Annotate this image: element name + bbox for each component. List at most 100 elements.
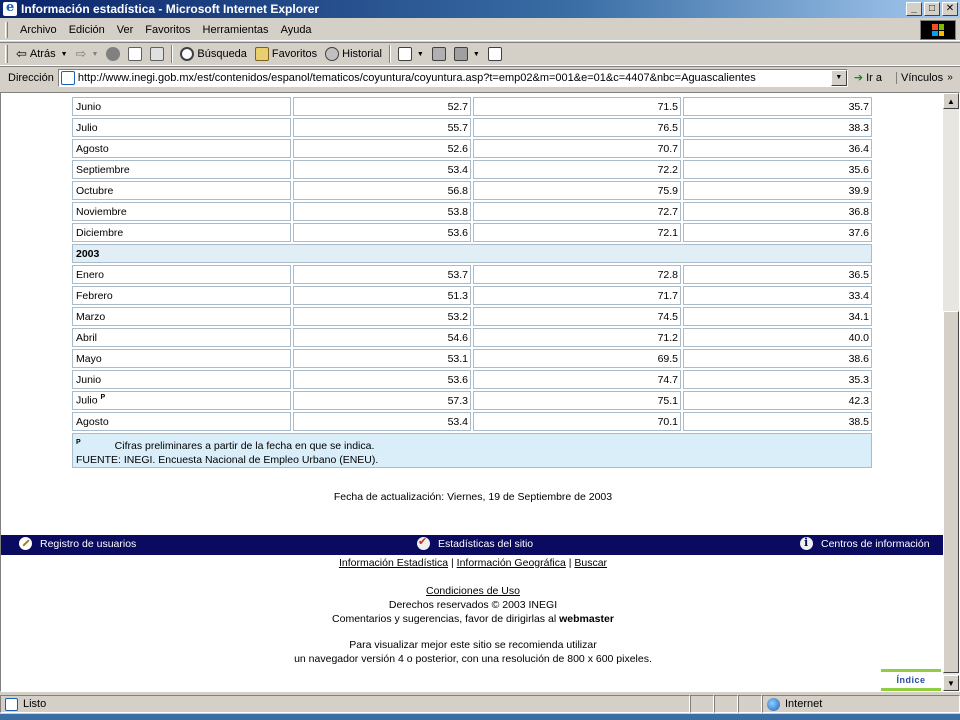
history-button[interactable]: Historial: [321, 44, 386, 64]
month-label: Junio: [76, 373, 102, 386]
value-cell: 76.5: [473, 118, 681, 137]
footer-conditions: Condiciones de Uso: [1, 585, 945, 597]
links-more-icon[interactable]: »: [947, 72, 953, 83]
value-cell: 71.5: [473, 97, 681, 116]
value-cell: 36.5: [683, 265, 872, 284]
edit-dropdown-icon[interactable]: ▼: [473, 51, 480, 58]
footer-nav-band: Registro de usuarios Estadísticas del si…: [1, 535, 945, 555]
maximize-button[interactable]: □: [924, 2, 940, 16]
history-icon: [325, 47, 340, 61]
comments-text: Comentarios y sugerencias, favor de diri…: [332, 613, 557, 625]
menu-herramientas[interactable]: Herramientas: [197, 24, 275, 36]
refresh-icon: [128, 47, 143, 61]
month-label: Abril: [76, 331, 98, 344]
favorites-button[interactable]: Favoritos: [251, 44, 321, 64]
nav-centros[interactable]: Centros de información: [800, 536, 930, 550]
month-cell: Marzo: [72, 307, 291, 326]
menu-archivo[interactable]: Archivo: [14, 24, 63, 36]
address-dropdown-icon[interactable]: ▼: [830, 69, 847, 86]
address-field[interactable]: ▼: [57, 68, 848, 87]
discuss-button[interactable]: [484, 44, 506, 64]
scroll-thumb[interactable]: [943, 311, 959, 673]
back-button[interactable]: ⇦ Atrás ▼: [12, 44, 72, 64]
link-info-estadistica[interactable]: Información Estadística: [339, 557, 448, 569]
value-cell: 35.7: [683, 97, 872, 116]
link-separator: |: [451, 557, 454, 569]
print-button[interactable]: [428, 44, 450, 64]
go-button[interactable]: ➔ Ir a: [853, 71, 882, 85]
value-cell: 74.7: [473, 370, 681, 389]
month-cell: Noviembre: [72, 202, 291, 221]
search-button[interactable]: Búsqueda: [176, 44, 251, 64]
preliminary-note-text: Cifras preliminares a partir de la fecha…: [114, 439, 375, 452]
toolbar-grip[interactable]: [5, 45, 8, 63]
forward-button[interactable]: ⇨ ▼: [72, 44, 103, 64]
scroll-down-icon[interactable]: ▼: [943, 675, 959, 691]
menu-edicion[interactable]: Edición: [63, 24, 111, 36]
vertical-scrollbar[interactable]: ▲ ▼: [943, 93, 959, 691]
status-bar: Listo Internet: [0, 694, 960, 714]
nav-estadisticas[interactable]: Estadísticas del sitio: [417, 535, 533, 550]
value-cell: 72.8: [473, 265, 681, 284]
nav-registro[interactable]: Registro de usuarios: [19, 537, 136, 550]
notes-cell: P Cifras preliminares a partir de la fech…: [72, 433, 872, 468]
menu-ayuda[interactable]: Ayuda: [275, 24, 318, 36]
month-label: Febrero: [76, 289, 113, 302]
month-label: Agosto: [76, 142, 109, 155]
value-cell: 51.3: [293, 286, 471, 305]
stop-button[interactable]: [102, 44, 124, 64]
value-cell: 38.3: [683, 118, 872, 137]
link-condiciones[interactable]: Condiciones de Uso: [426, 585, 520, 597]
preliminary-mark: P: [100, 394, 106, 402]
menu-grip[interactable]: [5, 21, 8, 38]
value-cell: 69.5: [473, 349, 681, 368]
favorites-label: Favoritos: [271, 48, 318, 60]
home-button[interactable]: [146, 44, 168, 64]
table-row: Junio 52.7 71.5 35.7: [72, 97, 872, 116]
address-input[interactable]: [77, 71, 838, 84]
value-cell: 71.7: [473, 286, 681, 305]
year-label: 2003: [72, 244, 872, 263]
value-cell: 53.2: [293, 307, 471, 326]
globe-icon: [767, 697, 780, 711]
month-cell: Octubre: [72, 181, 291, 200]
forward-dropdown-icon[interactable]: ▼: [91, 51, 98, 58]
update-date: Fecha de actualización: Viernes, 19 de S…: [333, 491, 613, 503]
menu-favoritos[interactable]: Favoritos: [139, 24, 196, 36]
month-label: Diciembre: [76, 226, 124, 239]
edit-icon: [453, 47, 468, 61]
link-separator: |: [568, 557, 572, 569]
value-cell: 71.2: [473, 328, 681, 347]
link-info-geografica[interactable]: Información Geográfica: [457, 557, 566, 569]
back-dropdown-icon[interactable]: ▼: [61, 51, 68, 58]
link-webmaster[interactable]: webmaster: [559, 613, 614, 625]
standard-toolbar: ⇦ Atrás ▼ ⇨ ▼ Búsqueda Favoritos Histori…: [0, 42, 960, 66]
search-label: Búsqueda: [197, 48, 247, 60]
go-arrow-icon: ➔: [853, 72, 864, 84]
status-cell-progress: [690, 695, 714, 713]
scroll-up-icon[interactable]: ▲: [943, 93, 959, 109]
status-zone: Internet: [785, 698, 823, 710]
month-cell: Febrero: [72, 286, 291, 305]
indice-button[interactable]: Índice: [881, 669, 941, 691]
month-label: Enero: [76, 268, 105, 281]
edit-button[interactable]: ▼: [450, 44, 484, 64]
value-cell: 55.7: [293, 118, 471, 137]
value-cell: 39.9: [683, 181, 872, 200]
mail-button[interactable]: ▼: [394, 44, 428, 64]
toolbar-separator: [388, 45, 391, 63]
minimize-button[interactable]: _: [906, 2, 922, 16]
status-text: Listo: [23, 698, 47, 710]
month-cell: Mayo: [72, 349, 291, 368]
mail-dropdown-icon[interactable]: ▼: [417, 51, 424, 58]
month-label: Mayo: [76, 352, 102, 365]
toolbar-separator: [171, 45, 174, 63]
close-button[interactable]: ✕: [942, 2, 958, 16]
menu-ver[interactable]: Ver: [111, 24, 140, 36]
table-row: Noviembre 53.8 72.7 36.8: [72, 202, 872, 221]
refresh-button[interactable]: [124, 44, 146, 64]
link-buscar[interactable]: Buscar: [574, 557, 607, 569]
value-cell: 53.8: [293, 202, 471, 221]
links-button[interactable]: Vínculos: [895, 71, 943, 84]
month-cell: Junio: [72, 97, 291, 116]
